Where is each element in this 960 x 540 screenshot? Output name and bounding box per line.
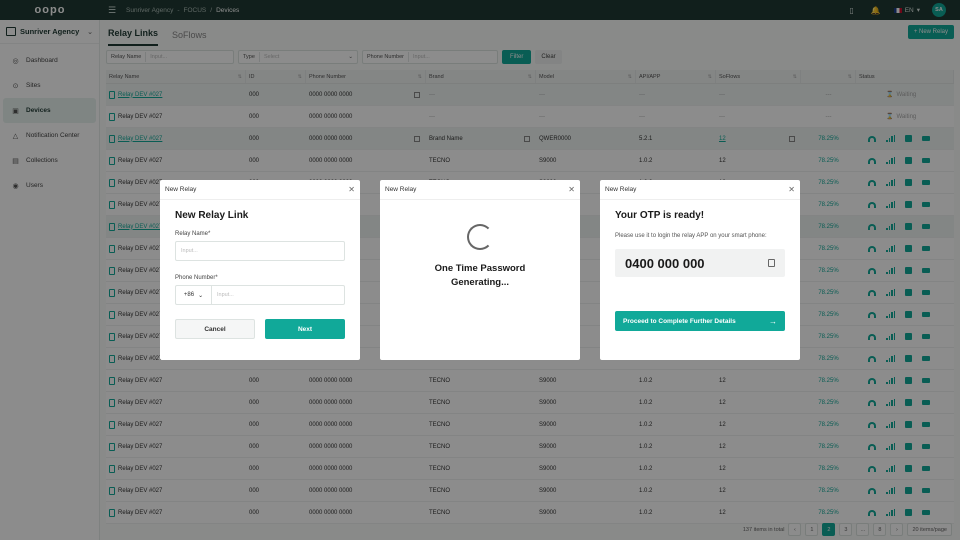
next-button[interactable]: Next xyxy=(265,319,345,339)
modal-header: New Relay xyxy=(385,186,417,193)
copy-icon[interactable] xyxy=(768,259,775,267)
relay-name-label: Relay Name* xyxy=(175,231,211,237)
otp-code: 0400 000 000 xyxy=(625,255,705,271)
proceed-button[interactable]: Proceed to Complete Further Details → xyxy=(615,311,785,331)
otp-code-box: 0400 000 000 xyxy=(615,249,785,277)
otp-description: Please use it to login the relay APP on … xyxy=(615,233,767,239)
close-icon[interactable]: ✕ xyxy=(788,185,795,194)
otp-ready-modal: New Relay ✕ Your OTP is ready! Please us… xyxy=(600,180,800,360)
close-icon[interactable]: ✕ xyxy=(568,185,575,194)
modal-title: Your OTP is ready! xyxy=(615,210,705,221)
phone-number-input[interactable]: Input... xyxy=(212,286,344,304)
loading-spinner-icon xyxy=(467,224,493,250)
arrow-right-icon: → xyxy=(769,316,777,326)
phone-number-label: Phone Number* xyxy=(175,275,218,281)
modal-header: New Relay xyxy=(165,186,197,193)
relay-name-input[interactable]: Input... xyxy=(175,241,345,261)
close-icon[interactable]: ✕ xyxy=(348,185,355,194)
modal-header: New Relay xyxy=(605,186,637,193)
new-relay-form-modal: New Relay ✕ New Relay Link Relay Name* I… xyxy=(160,180,360,360)
modal-title: New Relay Link xyxy=(175,210,249,221)
generating-text: One Time Password Generating... xyxy=(434,263,526,288)
cancel-button[interactable]: Cancel xyxy=(175,319,255,339)
chevron-down-icon: ⌄ xyxy=(198,292,204,299)
otp-generating-modal: New Relay ✕ One Time Password Generating… xyxy=(380,180,580,360)
country-code-select[interactable]: +86 ⌄ xyxy=(176,286,212,304)
